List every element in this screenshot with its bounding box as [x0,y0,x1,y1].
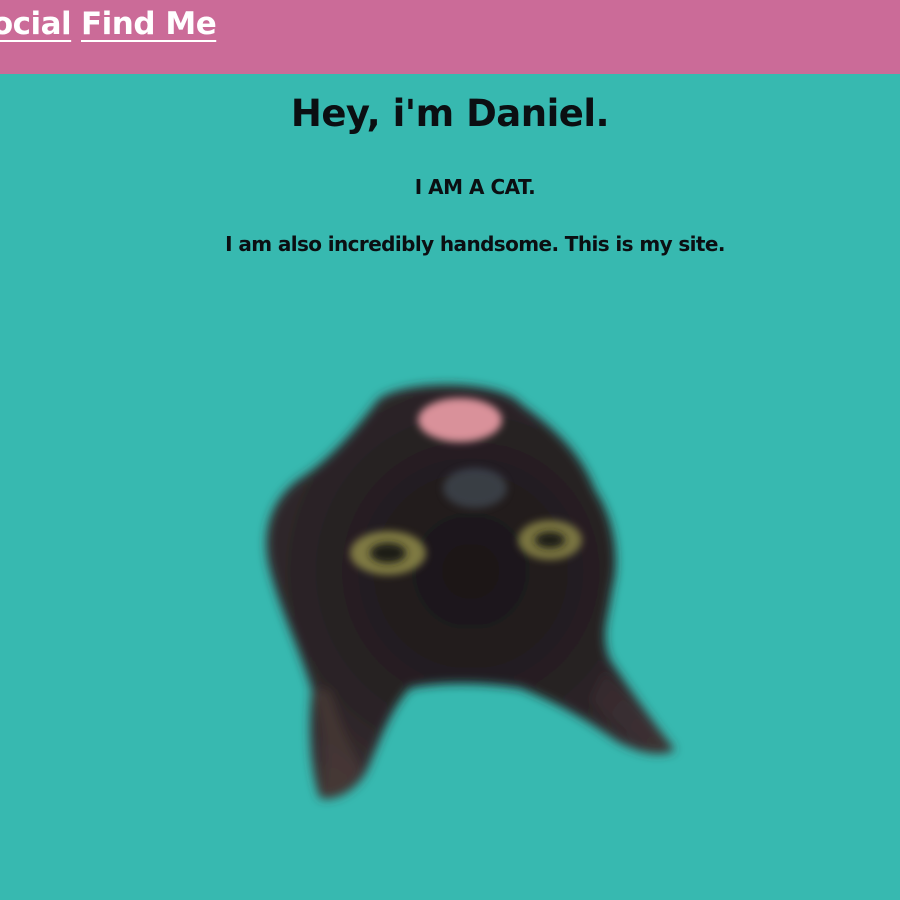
page-title: Hey, i'm Daniel. [290,92,610,135]
nav-link-social[interactable]: Social [0,6,72,42]
nav-link-find-me[interactable]: Find Me [81,6,217,42]
page-subtitle: I AM A CAT. [414,175,536,199]
top-navbar: Social Find Me [0,0,900,74]
cat-photo [266,384,675,799]
page-tagline: I am also incredibly handsome. This is m… [225,232,725,256]
